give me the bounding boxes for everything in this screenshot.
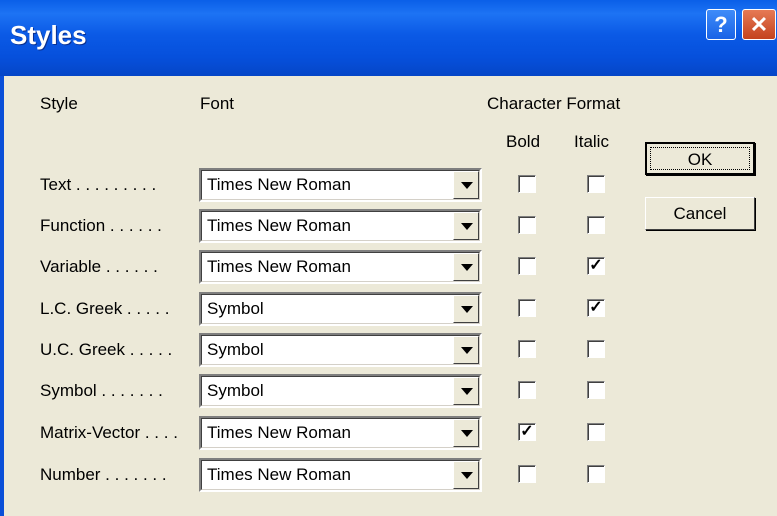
italic-checkbox[interactable]: ✓	[587, 257, 605, 275]
bold-checkbox[interactable]	[518, 216, 536, 234]
styles-dialog: Styles ? ✕ Style Font Character Format B…	[0, 0, 777, 516]
chevron-down-icon	[461, 388, 473, 395]
dropdown-arrow-button[interactable]	[453, 171, 479, 199]
chevron-down-icon	[461, 264, 473, 271]
style-row: U.C. Greek . . . . . Symbol	[0, 333, 777, 367]
bold-checkbox[interactable]	[518, 175, 536, 193]
cancel-button[interactable]: Cancel	[645, 197, 755, 230]
font-select[interactable]: Times New Roman	[199, 209, 482, 243]
ok-button[interactable]: OK	[645, 142, 755, 175]
chevron-down-icon	[461, 223, 473, 230]
font-select[interactable]: Times New Roman	[199, 416, 482, 450]
bold-checkbox[interactable]	[518, 299, 536, 317]
bold-checkbox[interactable]	[518, 381, 536, 399]
font-select[interactable]: Symbol	[199, 333, 482, 367]
font-select-value: Times New Roman	[207, 175, 351, 194]
style-row: Number . . . . . . . Times New Roman	[0, 458, 777, 492]
style-label: Variable . . . . . .	[40, 257, 158, 276]
style-column-header: Style	[40, 94, 78, 113]
font-select[interactable]: Times New Roman	[199, 168, 482, 202]
style-row: Variable . . . . . . Times New Roman ✓	[0, 250, 777, 284]
title-bar[interactable]: Styles ? ✕	[0, 0, 777, 76]
font-column-header: Font	[200, 94, 235, 113]
italic-checkbox[interactable]: ✓	[587, 299, 605, 317]
font-select-value: Times New Roman	[207, 423, 351, 442]
style-row: Matrix-Vector . . . . Times New Roman ✓	[0, 416, 777, 450]
character-format-header: Character Format	[487, 94, 621, 113]
dropdown-arrow-button[interactable]	[453, 253, 479, 281]
italic-checkbox[interactable]	[587, 340, 605, 358]
bold-column-header: Bold	[506, 132, 541, 151]
font-select-value: Symbol	[207, 381, 264, 400]
font-select[interactable]: Symbol	[199, 374, 482, 408]
dropdown-arrow-button[interactable]	[453, 336, 479, 364]
chevron-down-icon	[461, 182, 473, 189]
dropdown-arrow-button[interactable]	[453, 377, 479, 405]
help-button[interactable]: ?	[706, 9, 736, 40]
bold-checkbox[interactable]: ✓	[518, 423, 536, 441]
italic-checkbox[interactable]	[587, 175, 605, 193]
font-select[interactable]: Symbol	[199, 292, 482, 326]
style-label: U.C. Greek . . . . .	[40, 340, 173, 359]
italic-checkbox[interactable]	[587, 216, 605, 234]
font-select-value: Symbol	[207, 340, 264, 359]
font-select[interactable]: Times New Roman	[199, 458, 482, 492]
dialog-title: Styles	[10, 20, 87, 50]
bold-checkbox[interactable]	[518, 465, 536, 483]
italic-column-header: Italic	[574, 132, 609, 151]
font-select[interactable]: Times New Roman	[199, 250, 482, 284]
font-select-value: Times New Roman	[207, 465, 351, 484]
style-label: Number . . . . . . .	[40, 465, 167, 484]
style-row: L.C. Greek . . . . . Symbol ✓	[0, 292, 777, 326]
dropdown-arrow-button[interactable]	[453, 295, 479, 323]
style-label: Symbol . . . . . . .	[40, 381, 163, 400]
close-button[interactable]: ✕	[742, 9, 776, 40]
italic-checkbox[interactable]	[587, 465, 605, 483]
chevron-down-icon	[461, 472, 473, 479]
style-row: Symbol . . . . . . . Symbol	[0, 374, 777, 408]
chevron-down-icon	[461, 347, 473, 354]
font-select-value: Times New Roman	[207, 257, 351, 276]
style-label: Function . . . . . .	[40, 216, 162, 235]
font-select-value: Symbol	[207, 299, 264, 318]
style-label: Matrix-Vector . . . .	[40, 423, 178, 442]
bold-checkbox[interactable]	[518, 340, 536, 358]
dropdown-arrow-button[interactable]	[453, 419, 479, 447]
bold-checkbox[interactable]	[518, 257, 536, 275]
style-label: Text . . . . . . . . .	[40, 175, 157, 194]
italic-checkbox[interactable]	[587, 423, 605, 441]
font-select-value: Times New Roman	[207, 216, 351, 235]
dropdown-arrow-button[interactable]	[453, 212, 479, 240]
chevron-down-icon	[461, 306, 473, 313]
dropdown-arrow-button[interactable]	[453, 461, 479, 489]
italic-checkbox[interactable]	[587, 381, 605, 399]
chevron-down-icon	[461, 430, 473, 437]
style-label: L.C. Greek . . . . .	[40, 299, 170, 318]
